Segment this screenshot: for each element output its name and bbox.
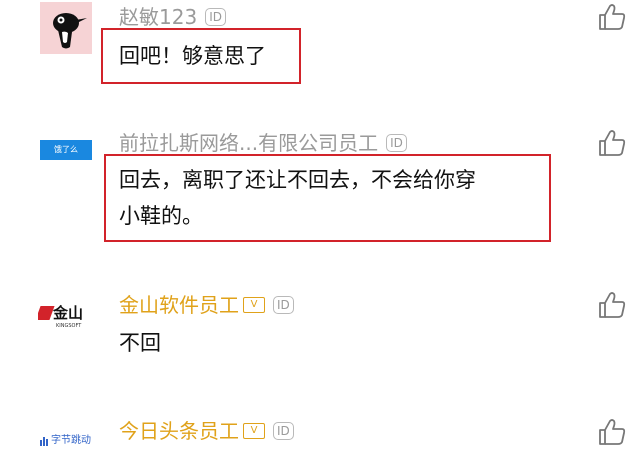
like-button[interactable]	[597, 2, 627, 32]
vip-badge-icon: V	[243, 296, 265, 313]
comment-line: 回去，离职了还让不回去，不会给你穿	[119, 168, 476, 192]
avatar[interactable]: 金山 KINGSOFT	[38, 304, 98, 334]
vip-badge-icon: V	[243, 422, 265, 439]
comment-item: 字节跳动 今日头条员工 V ID	[0, 390, 641, 456]
comment-text: 不回	[119, 325, 161, 361]
comment-line: 不回	[119, 331, 161, 355]
id-badge: ID	[273, 295, 294, 314]
id-badge: ID	[386, 133, 407, 152]
comment-text: 回去，离职了还让不回去，不会给你穿 小鞋的。	[119, 162, 476, 234]
comment-feed: 赵敏123 ID 回吧！够意思了 饿了么 前拉扎斯网络...有限公司员工 ID 回去…	[0, 0, 641, 456]
like-button[interactable]	[597, 128, 627, 158]
username-text: 今日头条员工	[119, 419, 239, 443]
comment-item: 赵敏123 ID 回吧！够意思了	[0, 0, 641, 110]
comment-item: 金山 KINGSOFT 金山软件员工 V ID 不回	[0, 270, 641, 390]
username-text: 赵敏123	[119, 5, 198, 29]
like-button[interactable]	[597, 290, 627, 320]
thumbs-up-icon	[599, 292, 626, 318]
like-button[interactable]	[597, 417, 627, 447]
comment-item: 饿了么 前拉扎斯网络...有限公司员工 ID 回去，离职了还让不回去，不会给你穿 …	[0, 110, 641, 270]
comment-line: 小鞋的。	[119, 204, 203, 228]
username[interactable]: 金山软件员工 V ID	[119, 293, 294, 317]
woodpecker-logo-icon	[53, 13, 87, 49]
comment-line: 回吧！够意思了	[119, 44, 266, 68]
thumbs-up-icon	[599, 4, 626, 30]
username[interactable]: 今日头条员工 V ID	[119, 419, 294, 443]
username-text: 前拉扎斯网络...有限公司员工	[119, 131, 379, 155]
username-text: 金山软件员工	[119, 293, 239, 317]
avatar[interactable]: 字节跳动	[38, 434, 98, 450]
thumbs-up-icon	[599, 419, 626, 445]
bytedance-logo-icon: 字节跳动	[38, 434, 98, 450]
eleme-logo-icon: 饿了么	[54, 145, 78, 154]
avatar[interactable]: 饿了么	[40, 140, 92, 160]
thumbs-up-icon	[599, 130, 626, 156]
id-badge: ID	[205, 7, 226, 26]
username[interactable]: 前拉扎斯网络...有限公司员工 ID	[119, 131, 407, 155]
avatar[interactable]	[40, 2, 92, 54]
kingsoft-logo-icon: 金山 KINGSOFT	[38, 304, 98, 334]
comment-text: 回吧！够意思了	[119, 38, 266, 74]
username[interactable]: 赵敏123 ID	[119, 5, 226, 29]
id-badge: ID	[273, 421, 294, 440]
